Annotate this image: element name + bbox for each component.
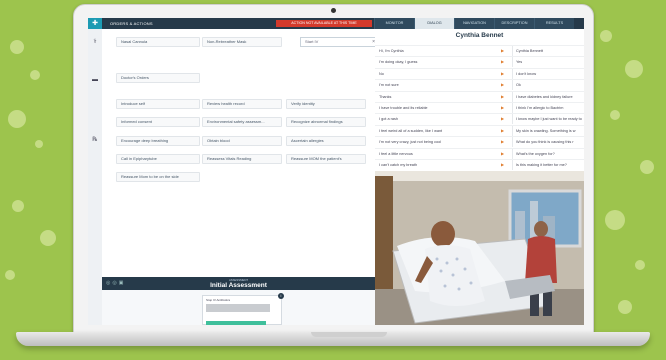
action-button[interactable]: Introduce self — [116, 99, 200, 109]
dialog-row[interactable]: I'm not very crazy, just not being cool ▶… — [375, 136, 584, 148]
dialog-question[interactable]: I'm not very crazy, just not being cool — [379, 137, 499, 147]
dialog-row[interactable]: I can't catch my breath ▶ Is this making i… — [375, 159, 584, 170]
action-button[interactable]: Nasal Cannula — [116, 37, 200, 47]
dialog-answer[interactable]: I know maybe I just want to be ready to — [512, 114, 582, 125]
laptop-camera — [331, 8, 336, 13]
action-button[interactable]: Call in Epipharytube — [116, 154, 200, 164]
action-button[interactable]: Ascertain allergies — [286, 136, 366, 146]
stethoscope-logo-icon[interactable]: ✚ — [88, 18, 102, 29]
action-button[interactable]: Encourage deep breathing — [116, 136, 200, 146]
dialog-answer[interactable]: What do you think is causing this r — [512, 137, 582, 148]
tab-monitor[interactable]: MONITOR — [374, 18, 414, 29]
tab-bar: MONITOR DIALOG NAVIGATION DESCRIPTION RE… — [374, 18, 574, 29]
warning-banner: ACTION NOT AVAILABLE AT THIS TIME — [276, 20, 372, 27]
patient-room-illustration — [375, 171, 584, 325]
dialog-question[interactable]: I'm not sure — [379, 80, 499, 90]
action-button[interactable]: Reassure MOM the patient's — [286, 154, 366, 164]
dialog-row[interactable]: I got a rash ▶ I know maybe I just want to… — [375, 113, 584, 125]
assessment-submit-button[interactable] — [206, 321, 266, 325]
dialog-question[interactable]: I can't catch my breath — [379, 160, 499, 170]
action-button[interactable]: Environmental safety assessm... — [202, 117, 282, 127]
dialog-row[interactable]: No ▶ I don't know — [375, 67, 584, 79]
action-button[interactable]: Informed consent — [116, 117, 200, 127]
dialog-answer[interactable]: Cynthia Bennett — [512, 46, 582, 56]
dialog-row[interactable]: Hi, I'm Cynthia ▶ Cynthia Bennett — [375, 45, 584, 56]
chevron-right-icon: ▶ — [501, 48, 505, 53]
chevron-right-icon: ▶ — [501, 70, 505, 76]
assessment-header: ◎◎▣ ASSESSMENT Initial Assessment — [102, 277, 375, 290]
chevron-right-icon: ▶ — [501, 162, 505, 167]
tab-navigation[interactable]: NAVIGATION — [454, 18, 494, 29]
laptop-base — [16, 332, 650, 346]
section-title[interactable]: ORDERS & ACTIONS — [102, 21, 161, 26]
dialog-panel: Cynthia Bennet Hi, I'm Cynthia ▶ Cynthia B… — [375, 29, 584, 171]
dialog-answer[interactable]: Yes — [512, 57, 582, 68]
action-button[interactable]: Obtain blood — [202, 136, 282, 146]
dialog-question[interactable]: I feel weird all of a sudden, like I wan… — [379, 126, 499, 136]
chevron-right-icon: ▶ — [501, 105, 505, 110]
action-button[interactable]: Reassure Mom to be on the side — [116, 172, 200, 182]
dialog-answer[interactable]: I have diabetes and kidney failure — [512, 91, 582, 102]
dialog-question[interactable]: I feel a little nervous — [379, 149, 499, 159]
dialog-row[interactable]: I'm not sure ▶ Ok — [375, 79, 584, 91]
dialog-question[interactable]: I'm doing okay, I guess — [379, 57, 499, 67]
dialog-question[interactable]: I have trouble and its reliable — [379, 103, 499, 113]
stethoscope-icon[interactable]: ⚕ — [91, 39, 99, 45]
assessment-title: Initial Assessment — [210, 282, 267, 289]
patient-room-scene — [375, 171, 584, 325]
tab-results[interactable]: RESULTS — [534, 18, 574, 29]
tab-dialog[interactable]: DIALOG — [414, 18, 454, 29]
dialog-row[interactable]: I have trouble and its reliable ▶ I think … — [375, 102, 584, 113]
chevron-right-icon: ▶ — [501, 59, 505, 65]
dialog-row[interactable]: Thanks ▶ I have diabetes and kidney failur… — [375, 90, 584, 102]
actions-panel: Nasal Cannula Non-Rebreather Mask Start … — [102, 29, 380, 277]
dialog-row[interactable]: I feel weird all of a sudden, like I wan… — [375, 124, 584, 136]
dialog-question[interactable]: No — [379, 69, 499, 79]
app-screen: ✚ ORDERS & ACTIONS ACTION NOT AVAILABLE … — [88, 18, 584, 325]
dialog-question[interactable]: I got a rash — [379, 114, 499, 124]
dialog-answer[interactable]: What's the oxygen for? — [512, 148, 582, 159]
action-button[interactable]: Reassess Vitals Reading — [202, 154, 282, 164]
info-badge[interactable]: i — [278, 293, 284, 299]
tab-description[interactable]: DESCRIPTION — [494, 18, 534, 29]
laptop-hinge-notch — [311, 332, 387, 337]
action-button[interactable]: Doctor's Orders — [116, 73, 200, 83]
dialog-question[interactable]: Hi, I'm Cynthia — [379, 46, 499, 56]
search-value: Start IV — [305, 39, 319, 44]
action-button[interactable]: Verify identity — [286, 99, 366, 109]
assessment-panel: ◎◎▣ ASSESSMENT Initial Assessment Stop I… — [102, 277, 375, 325]
dialog-answer[interactable]: I don't know — [512, 68, 582, 79]
dialog-answer[interactable]: I think I'm allergic to Bactrim — [512, 103, 582, 113]
clipboard-icon[interactable]: ▬ — [91, 77, 99, 83]
chevron-right-icon: ▶ — [501, 139, 505, 145]
dialog-answer[interactable]: Ok — [512, 80, 582, 91]
dialog-question[interactable]: Thanks — [379, 92, 499, 102]
assessment-card[interactable]: Stop IV Antibiotics i — [202, 293, 284, 325]
dialog-row[interactable]: I'm doing okay, I guess ▶ Yes — [375, 56, 584, 68]
category-sidebar: ⚕ ▬ ℞ — [88, 29, 102, 277]
action-button[interactable]: Review health record — [202, 99, 282, 109]
dialog-answer[interactable]: Is this making it better for me? — [512, 160, 582, 170]
dialog-answer[interactable]: My skin is crawling. Something is w — [512, 125, 582, 136]
top-bar: ✚ ORDERS & ACTIONS ACTION NOT AVAILABLE … — [88, 18, 584, 29]
dialog-row[interactable]: I feel a little nervous ▶ What's the oxyge… — [375, 147, 584, 159]
assessment-field[interactable] — [206, 304, 270, 312]
assessment-card-label: Stop IV Antibiotics — [206, 298, 231, 302]
chevron-right-icon: ▶ — [501, 116, 505, 122]
chevron-right-icon: ▶ — [501, 127, 505, 133]
chevron-right-icon: ▶ — [501, 82, 505, 88]
action-button[interactable]: Recognize abnormal findings — [286, 117, 366, 127]
chevron-right-icon: ▶ — [501, 150, 505, 156]
assessment-tool-icons[interactable]: ◎◎▣ — [106, 280, 125, 286]
search-input[interactable]: Start IV × — [300, 37, 380, 47]
action-button[interactable]: Non-Rebreather Mask — [202, 37, 282, 47]
pill-icon[interactable]: ℞ — [91, 137, 99, 143]
chevron-right-icon: ▶ — [501, 93, 505, 99]
patient-name: Cynthia Bennet — [455, 32, 504, 39]
